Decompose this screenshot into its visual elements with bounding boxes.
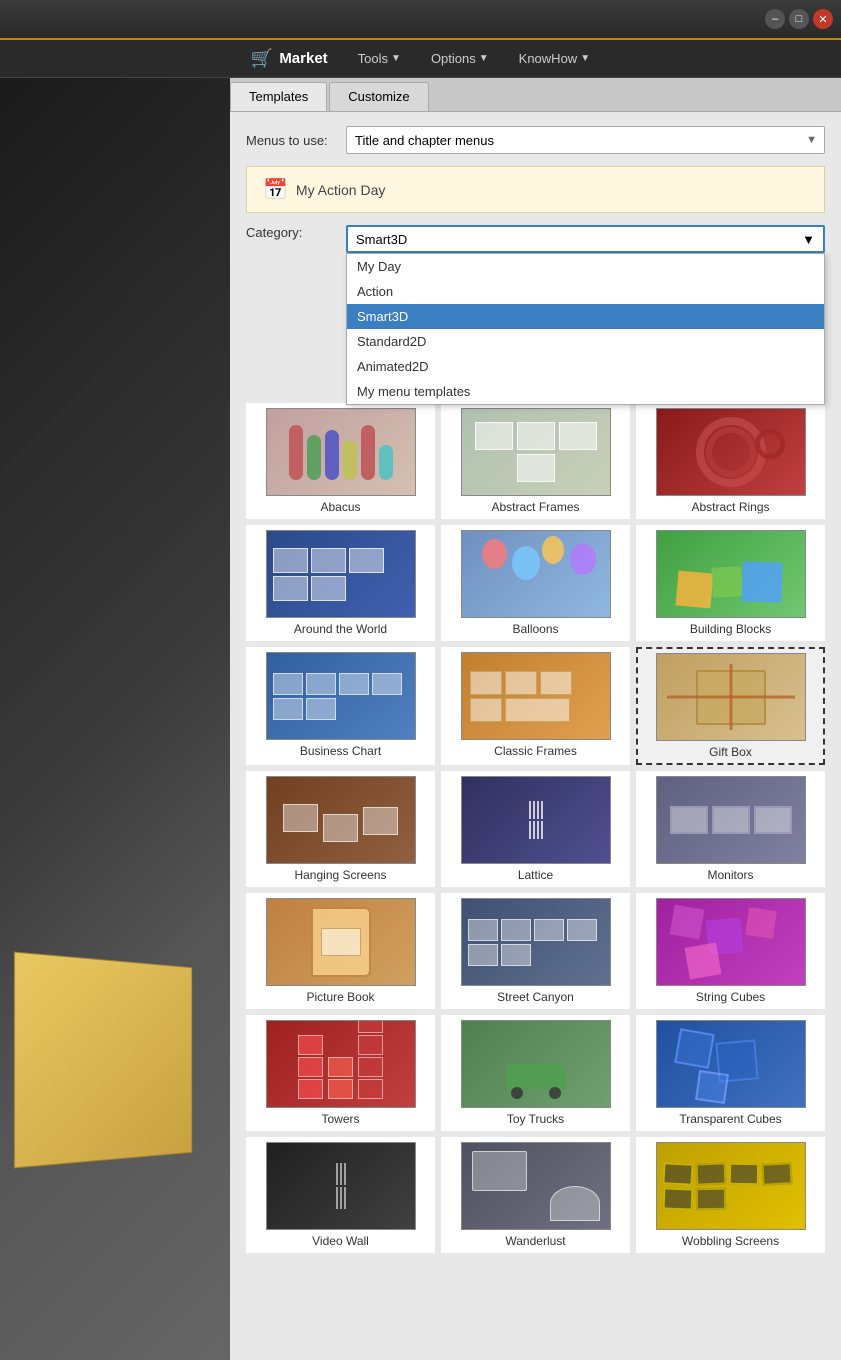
action-day-icon: 📅 <box>263 177 288 202</box>
template-name-string-cubes: String Cubes <box>696 990 765 1004</box>
category-option-mymenutemplates[interactable]: My menu templates <box>347 379 824 404</box>
category-option-myday[interactable]: My Day <box>347 254 824 279</box>
template-classic-frames[interactable]: Classic Frames <box>441 647 630 765</box>
template-toy-trucks[interactable]: Toy Trucks <box>441 1015 630 1131</box>
template-name-street-canyon: Street Canyon <box>497 990 574 1004</box>
menu-bar: 🛒 Market Tools ▼ Options ▼ KnowHow ▼ <box>0 40 841 78</box>
category-option-action[interactable]: Action <box>347 279 824 304</box>
menus-to-use-row: Menus to use: Title and chapter menus ▼ <box>246 126 825 154</box>
template-name-building-blocks: Building Blocks <box>690 622 771 636</box>
template-building-blocks[interactable]: Building Blocks <box>636 525 825 641</box>
window-controls: – □ ✕ <box>765 9 833 29</box>
category-option-animated2d[interactable]: Animated2D <box>347 354 824 379</box>
knowhow-menu[interactable]: KnowHow ▼ <box>519 51 590 66</box>
content-area: Menus to use: Title and chapter menus ▼ … <box>230 112 841 1287</box>
action-day-text: My Action Day <box>296 182 385 198</box>
template-transparent-cubes[interactable]: Transparent Cubes <box>636 1015 825 1131</box>
category-arrow-icon: ▼ <box>802 232 815 247</box>
menus-to-use-select[interactable]: Title and chapter menus <box>346 126 825 154</box>
options-menu[interactable]: Options ▼ <box>431 51 489 66</box>
template-abstract-frames[interactable]: Abstract Frames <box>441 403 630 519</box>
my-action-day-banner: 📅 My Action Day <box>246 166 825 213</box>
template-name-abstract-rings: Abstract Rings <box>691 500 769 514</box>
template-video-wall[interactable]: Video Wall <box>246 1137 435 1253</box>
template-business-chart[interactable]: Business Chart <box>246 647 435 765</box>
category-value: Smart3D <box>356 232 407 247</box>
template-towers[interactable]: Towers <box>246 1015 435 1131</box>
tab-bar: Templates Customize <box>230 78 841 112</box>
templates-grid: Abacus Abstract Frames Abstract Rings Ar… <box>246 403 825 1273</box>
template-name-toy-trucks: Toy Trucks <box>507 1112 564 1126</box>
tools-label: Tools <box>358 51 388 66</box>
template-name-lattice: Lattice <box>518 868 553 882</box>
minimize-button[interactable]: – <box>765 9 785 29</box>
template-monitors[interactable]: Monitors <box>636 771 825 887</box>
template-abacus[interactable]: Abacus <box>246 403 435 519</box>
category-row: Category: Smart3D ▼ My Day Action Smart3… <box>246 225 825 253</box>
template-abstract-rings[interactable]: Abstract Rings <box>636 403 825 519</box>
main-panel: Templates Customize Menus to use: Title … <box>230 78 841 1360</box>
category-container: Smart3D ▼ My Day Action Smart3D Standard… <box>346 225 825 253</box>
title-bar: – □ ✕ <box>0 0 841 40</box>
template-name-business-chart: Business Chart <box>300 744 381 758</box>
tab-templates[interactable]: Templates <box>230 82 327 111</box>
template-gift-box[interactable]: Gift Box <box>636 647 825 765</box>
knowhow-label: KnowHow <box>519 51 578 66</box>
app-logo: 🛒 Market <box>251 48 328 69</box>
template-name-monitors: Monitors <box>707 868 753 882</box>
template-name-abstract-frames: Abstract Frames <box>491 500 579 514</box>
template-street-canyon[interactable]: Street Canyon <box>441 893 630 1009</box>
template-name-balloons: Balloons <box>512 622 558 636</box>
template-around-world[interactable]: Around the World <box>246 525 435 641</box>
options-arrow: ▼ <box>479 53 489 64</box>
template-name-classic-frames: Classic Frames <box>494 744 577 758</box>
template-lattice[interactable]: Lattice <box>441 771 630 887</box>
menus-to-use-select-wrapper: Title and chapter menus ▼ <box>346 126 825 154</box>
template-string-cubes[interactable]: String Cubes <box>636 893 825 1009</box>
category-option-standard2d[interactable]: Standard2D <box>347 329 824 354</box>
template-name-wobbling-screens: Wobbling Screens <box>682 1234 779 1248</box>
template-hanging-screens[interactable]: Hanging Screens <box>246 771 435 887</box>
close-button[interactable]: ✕ <box>813 9 833 29</box>
tab-customize[interactable]: Customize <box>329 82 428 111</box>
left-panel <box>0 78 230 1360</box>
app-name: Market <box>279 50 327 67</box>
category-option-smart3d[interactable]: Smart3D <box>347 304 824 329</box>
template-balloons[interactable]: Balloons <box>441 525 630 641</box>
template-wanderlust[interactable]: Wanderlust <box>441 1137 630 1253</box>
knowhow-arrow: ▼ <box>580 53 590 64</box>
template-name-gift-box: Gift Box <box>709 745 752 759</box>
3d-box-decoration <box>14 952 192 1169</box>
category-select-display[interactable]: Smart3D ▼ <box>346 225 825 253</box>
options-label: Options <box>431 51 476 66</box>
menus-to-use-label: Menus to use: <box>246 133 346 148</box>
template-name-around-world: Around the World <box>294 622 387 636</box>
tools-arrow: ▼ <box>391 53 401 64</box>
template-name-wanderlust: Wanderlust <box>505 1234 565 1248</box>
template-name-hanging-screens: Hanging Screens <box>294 868 386 882</box>
template-name-video-wall: Video Wall <box>312 1234 369 1248</box>
category-dropdown: My Day Action Smart3D Standard2D Animate… <box>346 253 825 405</box>
template-name-towers: Towers <box>321 1112 359 1126</box>
tools-menu[interactable]: Tools ▼ <box>358 51 401 66</box>
maximize-button[interactable]: □ <box>789 9 809 29</box>
market-icon: 🛒 <box>251 48 273 69</box>
template-name-abacus: Abacus <box>320 500 360 514</box>
template-wobbling-screens[interactable]: Wobbling Screens <box>636 1137 825 1253</box>
template-name-picture-book: Picture Book <box>306 990 374 1004</box>
template-picture-book[interactable]: Picture Book <box>246 893 435 1009</box>
category-label: Category: <box>246 225 346 240</box>
template-name-transparent-cubes: Transparent Cubes <box>679 1112 781 1126</box>
